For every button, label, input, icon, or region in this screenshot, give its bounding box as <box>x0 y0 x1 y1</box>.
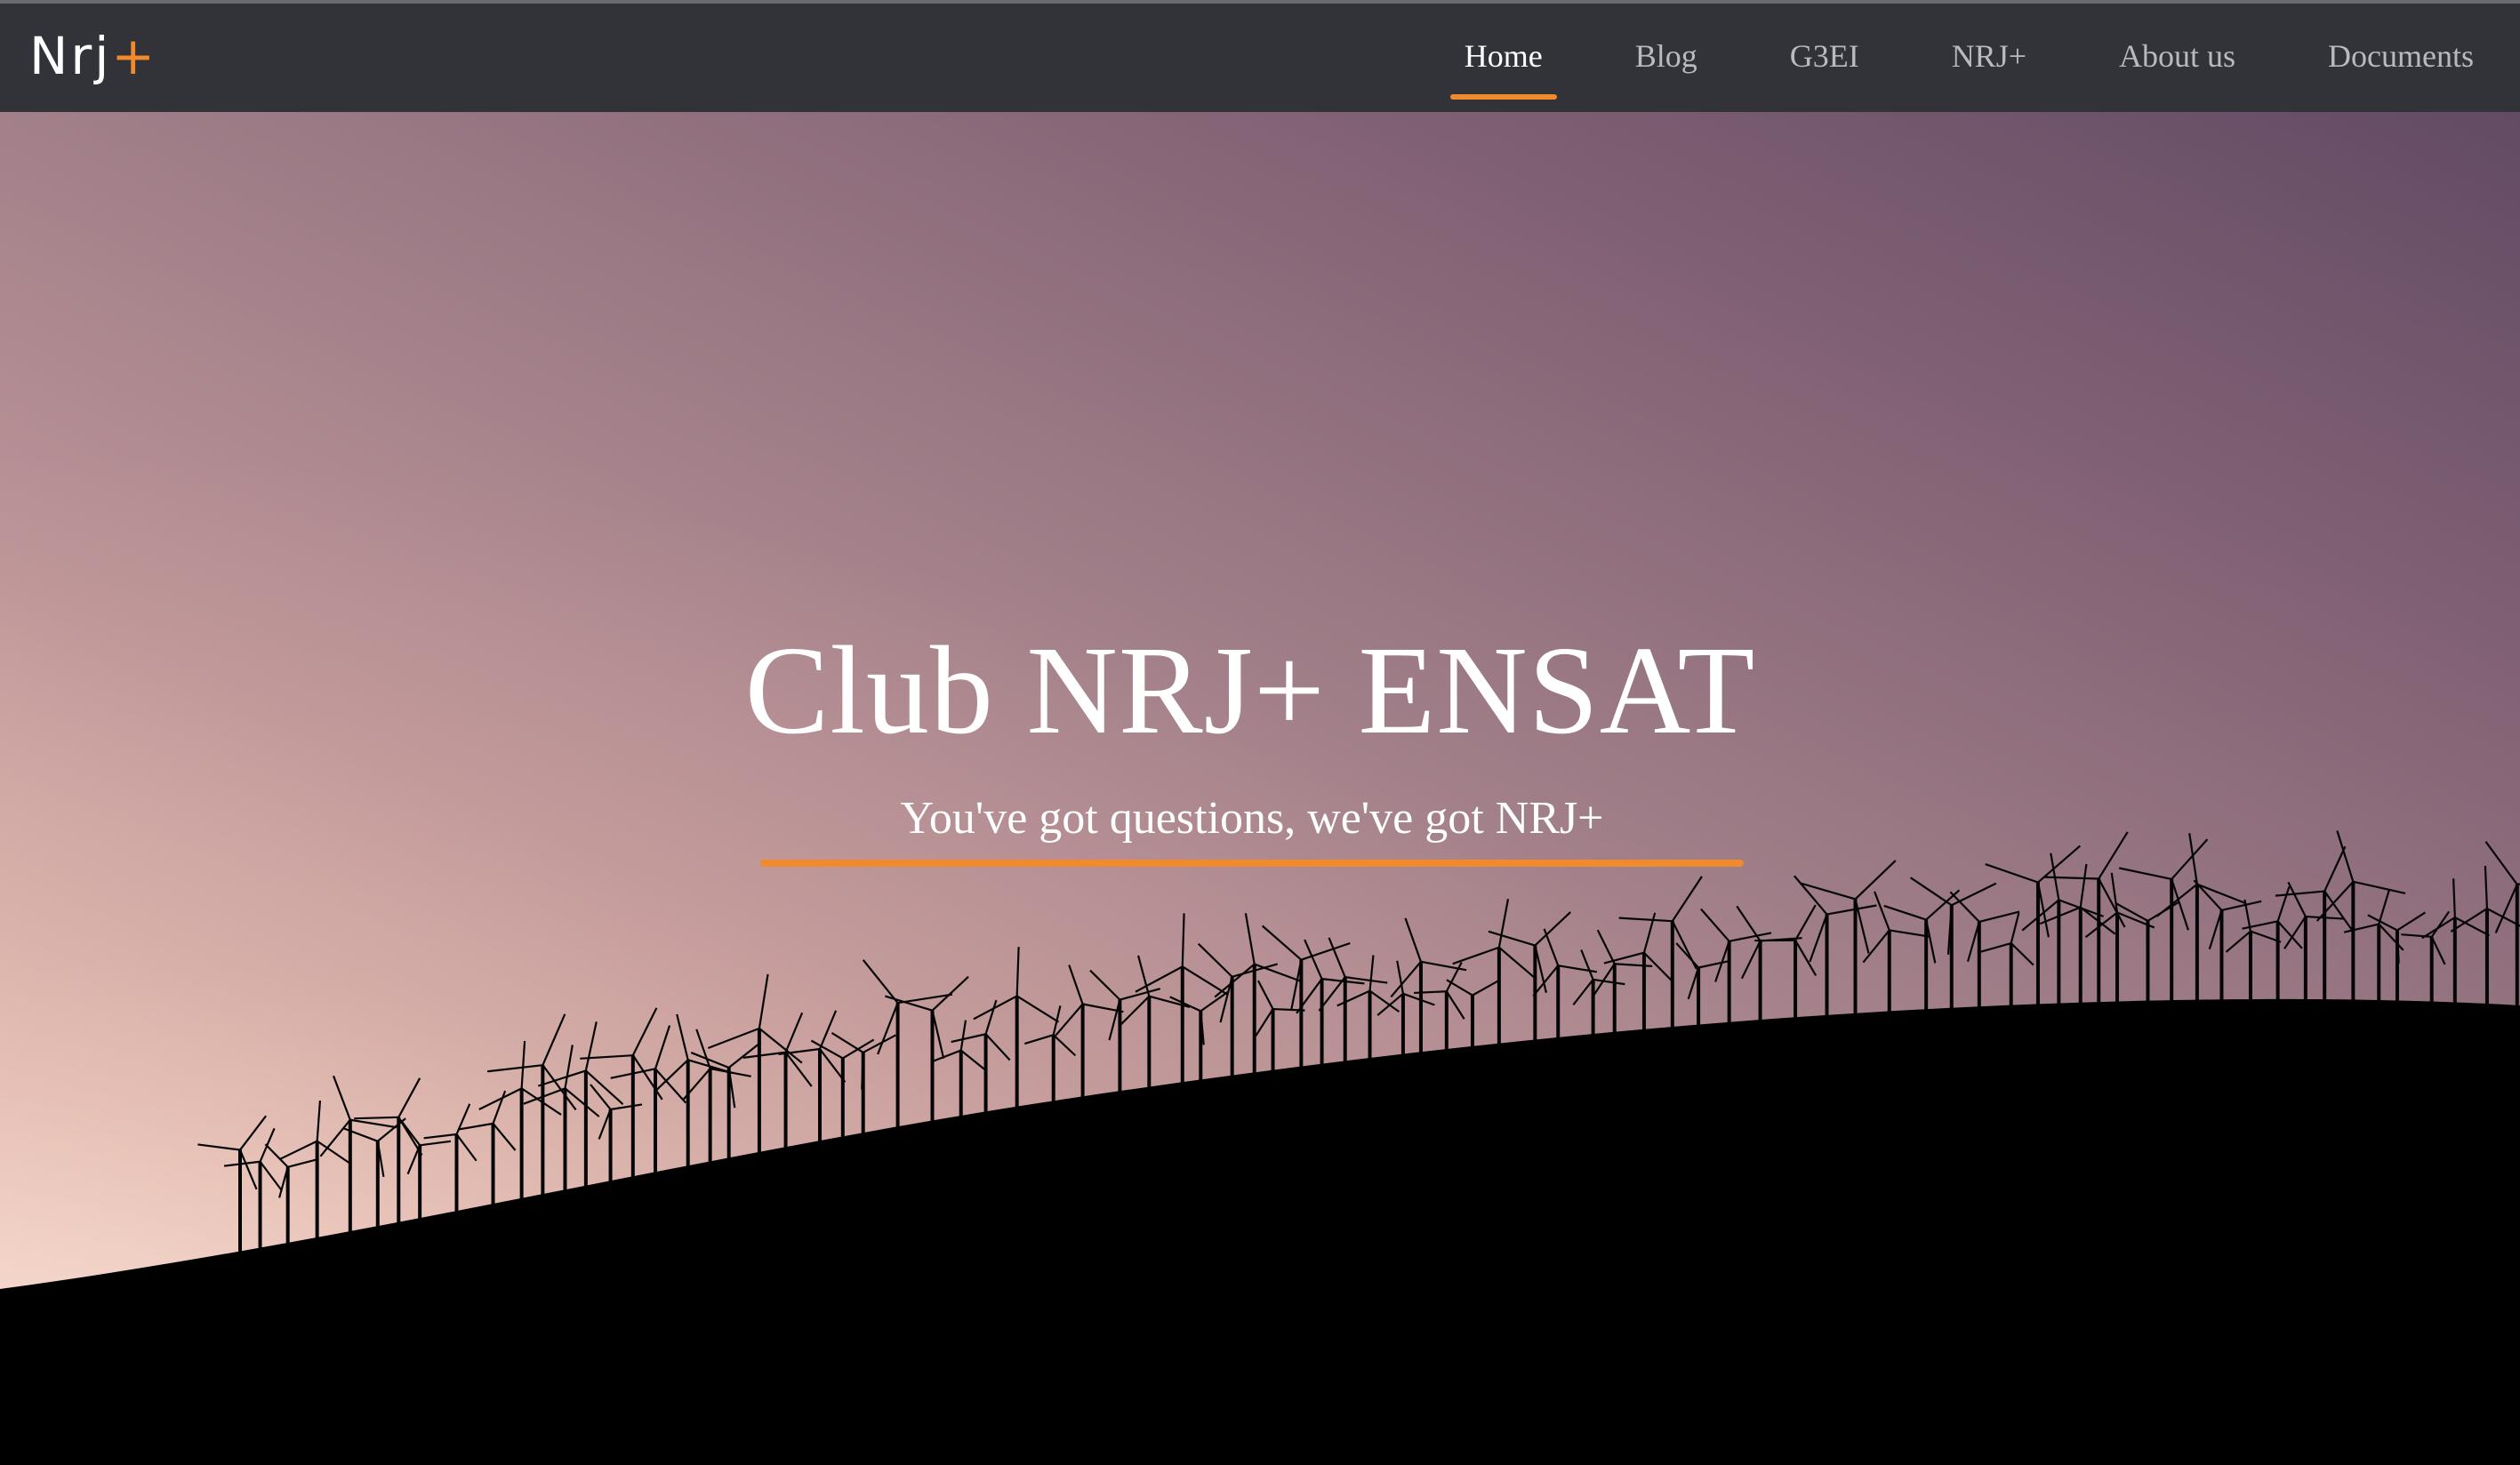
hero-subtitle-block: You've got questions, we've got NRJ+ <box>760 783 1744 867</box>
nav-item-blog[interactable]: Blog <box>1621 4 1712 101</box>
brand-logo[interactable]: Nrj+ <box>29 25 157 87</box>
brand-text: Nrj <box>29 26 112 86</box>
nav-item-g3ei[interactable]: G3EI <box>1776 4 1874 101</box>
hero-section: Club NRJ+ ENSAT You've got questions, we… <box>0 112 2520 1465</box>
page: Nrj+ Home Blog G3EI NRJ+ About us Docume… <box>0 0 2520 1465</box>
hero-underline-accent <box>760 860 1744 867</box>
hero-title: Club NRJ+ ENSAT <box>744 620 1756 760</box>
navbar: Nrj+ Home Blog G3EI NRJ+ About us Docume… <box>0 0 2520 112</box>
brand-plus: + <box>111 26 157 86</box>
nav-item-home[interactable]: Home <box>1449 4 1557 101</box>
nav-links: Home Blog G3EI NRJ+ About us Documents <box>1386 4 2488 112</box>
nav-item-nrj-plus[interactable]: NRJ+ <box>1938 4 2041 101</box>
hero-subtitle: You've got questions, we've got NRJ+ <box>900 793 1604 844</box>
nav-item-documents[interactable]: Documents <box>2314 4 2488 101</box>
nav-item-about-us[interactable]: About us <box>2105 4 2250 101</box>
